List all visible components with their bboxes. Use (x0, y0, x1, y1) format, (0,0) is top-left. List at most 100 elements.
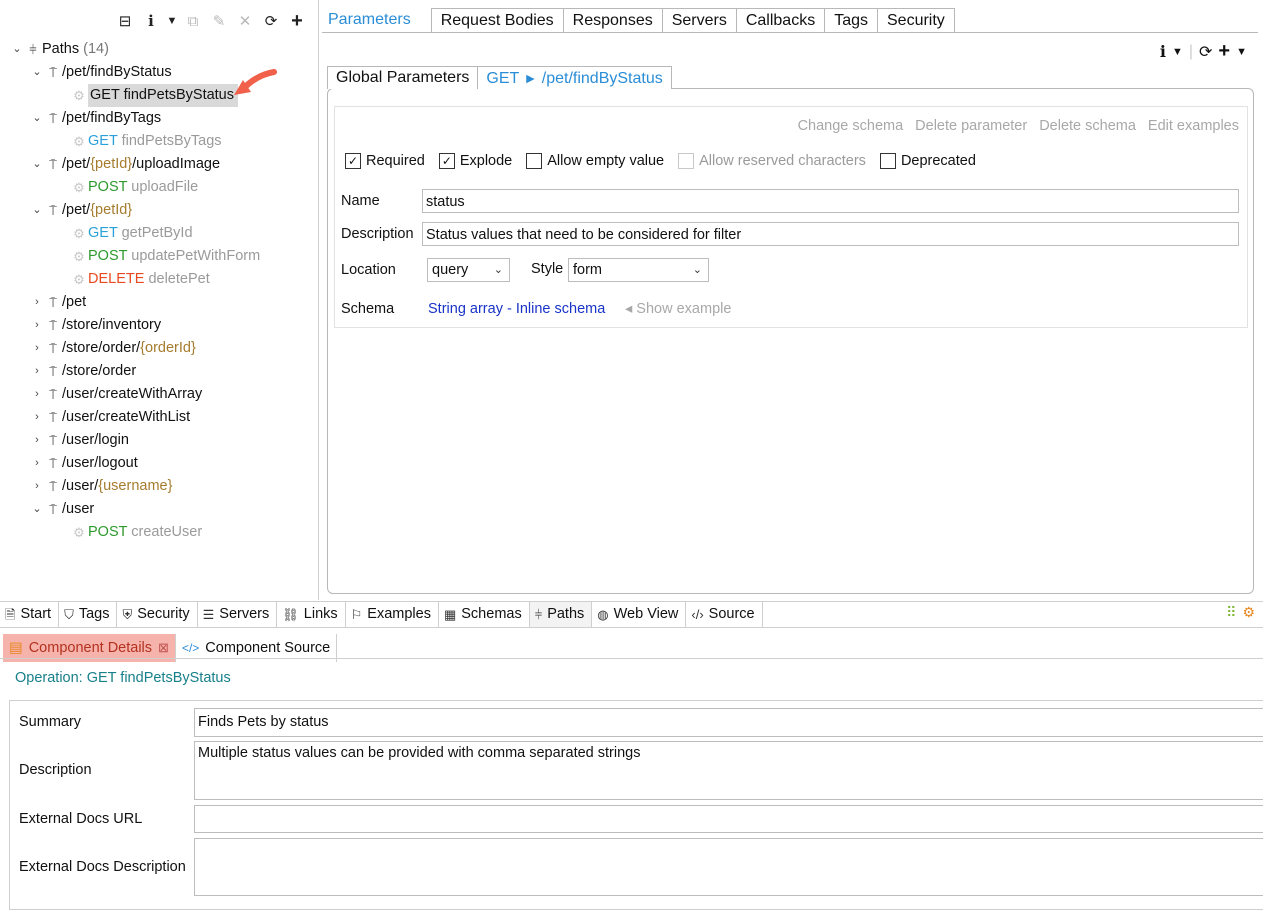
tree-operation-item[interactable]: ⚙ DELETE deletePet (70, 268, 210, 291)
action-edit-examples[interactable]: Edit examples (1148, 118, 1239, 134)
chevron-right-icon[interactable]: › (30, 452, 44, 475)
external-docs-description-field[interactable] (194, 838, 1263, 896)
chevron-down-icon[interactable]: ⌄ (30, 107, 44, 130)
add-icon[interactable]: + (1218, 40, 1230, 63)
tab-parameters[interactable]: Parameters (322, 8, 432, 32)
settings-icon[interactable]: ⚙ (1242, 604, 1255, 621)
tab-operation-parameters[interactable]: GET ► /pet/findByStatus (477, 66, 672, 89)
delete-icon[interactable]: ✕ (234, 10, 256, 32)
checkbox-box[interactable] (526, 153, 543, 169)
chevron-right-icon[interactable]: › (30, 475, 44, 498)
tree-path-item[interactable]: ⌄ ⍑ /user (30, 498, 94, 521)
tab-path: /pet/findByStatus (541, 70, 663, 87)
summary-field[interactable]: Finds Pets by status (194, 708, 1263, 737)
path-segment: /user/createWithArray (62, 386, 203, 402)
tree-operation-item[interactable]: ⚙ GET getPetById (70, 222, 192, 245)
chevron-down-icon[interactable]: ▼ (1236, 46, 1247, 58)
tree-operation-item[interactable]: ⚙ POST createUser (70, 521, 202, 544)
name-field[interactable]: status (422, 189, 1239, 213)
checkbox-required[interactable]: ✓ Required (345, 153, 425, 169)
external-docs-url-field[interactable] (194, 805, 1263, 833)
chevron-down-icon[interactable]: ⌄ (10, 38, 24, 61)
chevron-right-icon[interactable]: › (30, 291, 44, 314)
tab-source[interactable]: ‹/› Source (686, 602, 763, 627)
location-select[interactable]: query ⌄ (427, 258, 510, 282)
checkbox-label: Required (366, 153, 425, 169)
tab-schemas[interactable]: ▦ Schemas (439, 602, 530, 627)
tree-path-item[interactable]: › ⍑ /user/createWithArray (30, 383, 202, 406)
tab-tags[interactable]: ⛉ Tags (59, 602, 118, 627)
chevron-down-icon[interactable]: ⌄ (30, 61, 44, 84)
chevron-down-icon[interactable]: ▼ (166, 10, 178, 32)
chevron-right-icon[interactable]: › (30, 360, 44, 383)
path-param: {petId} (90, 156, 133, 172)
tab-security[interactable]: Security (877, 8, 955, 33)
chevron-down-icon[interactable]: ⌄ (30, 153, 44, 176)
refresh-icon[interactable]: ⟳ (1199, 42, 1212, 62)
checkmark-icon[interactable]: ✓ (345, 153, 361, 169)
collapse-all-icon[interactable]: ⊟ (114, 10, 136, 32)
style-value: form (573, 262, 602, 278)
checkbox-allow-empty-value[interactable]: Allow empty value (526, 153, 664, 169)
tab-servers[interactable]: Servers (661, 8, 737, 33)
tree-root-paths[interactable]: ⌄ ⫩ Paths (14) (10, 38, 109, 61)
tree-operation-item[interactable]: ⚙ GET findPetsByTags (70, 130, 221, 153)
tree-path-item[interactable]: › ⍑ /user/{username} (30, 475, 172, 498)
chevron-down-icon[interactable]: ⌄ (30, 498, 44, 521)
checkbox-box[interactable] (879, 153, 896, 169)
tree-path-item[interactable]: › ⍑ /user/login (30, 429, 129, 452)
tree-path-item[interactable]: › ⍑ /store/order (30, 360, 136, 383)
tree-path-item[interactable]: ⌄ ⍑ /pet/{petId}/uploadImage (30, 153, 220, 176)
tab-examples[interactable]: ⚐ Examples (346, 602, 439, 627)
checkbox-explode[interactable]: ✓ Explode (438, 153, 512, 169)
tree-path-item[interactable]: › ⍑ /store/inventory (30, 314, 161, 337)
action-change-schema[interactable]: Change schema (798, 118, 904, 134)
refresh-icon[interactable]: ⟳ (260, 10, 282, 32)
grid-icon[interactable]: ⠿ (1226, 604, 1236, 621)
tab-request-bodies[interactable]: Request Bodies (430, 8, 564, 33)
tab-start[interactable]: 🗎 Start (0, 602, 60, 627)
add-icon[interactable]: + (286, 10, 308, 32)
operation-name: uploadFile (131, 179, 199, 195)
tree-path-item[interactable]: › ⍑ /user/logout (30, 452, 138, 475)
info-icon[interactable]: i (140, 10, 162, 32)
chevron-right-icon[interactable]: › (30, 383, 44, 406)
tree-path-item[interactable]: ⌄ ⍑ /pet/findByTags (30, 107, 161, 130)
style-select[interactable]: form ⌄ (568, 258, 709, 282)
tab-paths[interactable]: ⫩ Paths (529, 602, 593, 627)
tab-tags[interactable]: Tags (824, 8, 878, 33)
tree-operation-item[interactable]: ⚙ POST updatePetWithForm (70, 245, 260, 268)
tab-web-view[interactable]: ◍ Web View (592, 602, 687, 627)
tab-global-parameters[interactable]: Global Parameters (327, 66, 479, 89)
tab-callbacks[interactable]: Callbacks (735, 8, 826, 33)
tree-path-item[interactable]: › ⍑ /store/order/{orderId} (30, 337, 196, 360)
chevron-down-icon[interactable]: ⌄ (30, 199, 44, 222)
edit-icon[interactable]: ✎ (208, 10, 230, 32)
show-example-link[interactable]: ◂ Show example (625, 301, 731, 317)
tab-links[interactable]: ⛓ Links (277, 602, 346, 627)
tree-path-item[interactable]: › ⍑ /pet (30, 291, 86, 314)
tree-operation-item[interactable]: ⚙ POST uploadFile (70, 176, 198, 199)
tree-path-item[interactable]: ⌄ ⍑ /pet/findByStatus (30, 61, 171, 84)
chevron-down-icon[interactable]: ▼ (1172, 46, 1183, 58)
tab-security[interactable]: ⛨ Security (117, 602, 198, 627)
action-delete-parameter[interactable]: Delete parameter (915, 118, 1027, 134)
checkbox-deprecated[interactable]: Deprecated (879, 153, 976, 169)
tree-path-item[interactable]: › ⍑ /user/createWithList (30, 406, 190, 429)
path-icon: ⍑ (49, 387, 57, 402)
description-field[interactable]: Status values that need to be considered… (422, 222, 1239, 246)
tree-operation-item[interactable]: ⚙ GET findPetsByStatus (70, 84, 238, 107)
copy-icon[interactable]: ⧉ (182, 10, 204, 32)
description-detail-field[interactable]: Multiple status values can be provided w… (194, 741, 1263, 800)
info-icon[interactable]: i (1160, 42, 1166, 61)
tree-path-item[interactable]: ⌄ ⍑ /pet/{petId} (30, 199, 132, 222)
chevron-right-icon[interactable]: › (30, 314, 44, 337)
action-delete-schema[interactable]: Delete schema (1039, 118, 1136, 134)
tab-responses[interactable]: Responses (562, 8, 663, 33)
tab-servers[interactable]: ☰ Servers (198, 602, 278, 627)
chevron-right-icon[interactable]: › (30, 337, 44, 360)
chevron-right-icon[interactable]: › (30, 406, 44, 429)
schema-link[interactable]: String array - Inline schema (428, 301, 605, 317)
checkmark-icon[interactable]: ✓ (438, 153, 455, 169)
chevron-right-icon[interactable]: › (30, 429, 44, 452)
